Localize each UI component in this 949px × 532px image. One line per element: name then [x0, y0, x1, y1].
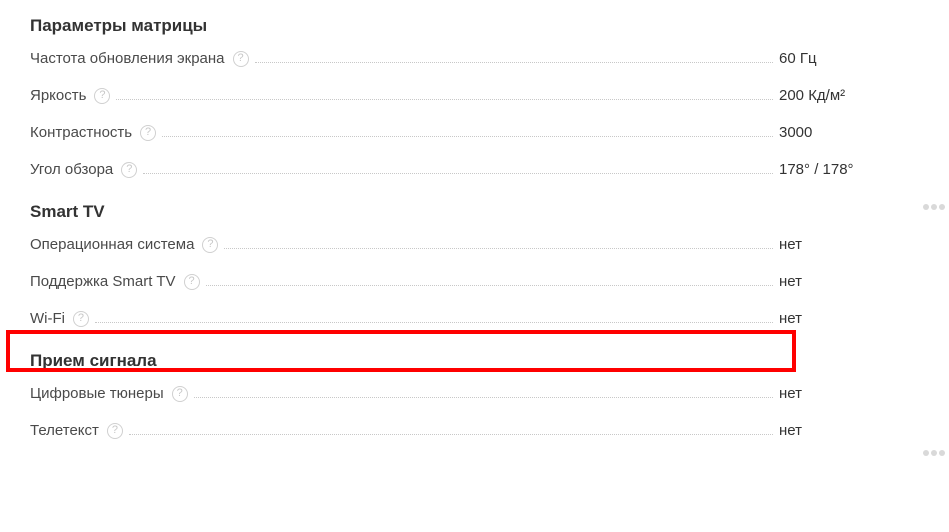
- spec-value: нет: [779, 308, 919, 329]
- dotted-leader: [116, 98, 773, 100]
- help-icon[interactable]: ?: [184, 274, 200, 290]
- help-icon[interactable]: ?: [94, 88, 110, 104]
- spec-label: Wi-Fi: [30, 308, 65, 329]
- spec-value: 178° / 178°: [779, 159, 919, 180]
- spec-row: Телетекст ? нет: [30, 420, 919, 441]
- spec-row: Операционная система ? нет: [30, 234, 919, 255]
- dotted-leader: [162, 135, 773, 137]
- spec-row: Контрастность ? 3000: [30, 122, 919, 143]
- help-icon[interactable]: ?: [172, 386, 188, 402]
- section-title-matrix: Параметры матрицы: [30, 16, 919, 36]
- dotted-leader: [224, 247, 773, 249]
- spec-row: Цифровые тюнеры ? нет: [30, 383, 919, 404]
- spec-value: нет: [779, 271, 919, 292]
- spec-label: Яркость: [30, 85, 86, 106]
- section-title-signal: Прием сигнала: [30, 351, 919, 371]
- spec-content: Параметры матрицы Частота обновления экр…: [0, 0, 949, 441]
- spec-value: 200 Кд/м²: [779, 85, 919, 106]
- section-title-smarttv: Smart TV: [30, 202, 919, 222]
- spec-label: Угол обзора: [30, 159, 113, 180]
- dotted-leader: [206, 284, 774, 286]
- spec-value: нет: [779, 420, 919, 441]
- help-icon[interactable]: ?: [140, 125, 156, 141]
- spec-row: Частота обновления экрана ? 60 Гц: [30, 48, 919, 69]
- ellipsis-icon: [923, 450, 945, 456]
- spec-value: 60 Гц: [779, 48, 919, 69]
- spec-row: Угол обзора ? 178° / 178°: [30, 159, 919, 180]
- spec-value: 3000: [779, 122, 919, 143]
- spec-value: нет: [779, 234, 919, 255]
- help-icon[interactable]: ?: [121, 162, 137, 178]
- dotted-leader: [255, 61, 773, 63]
- spec-label: Поддержка Smart TV: [30, 271, 176, 292]
- help-icon[interactable]: ?: [107, 423, 123, 439]
- spec-row: Яркость ? 200 Кд/м²: [30, 85, 919, 106]
- help-icon[interactable]: ?: [202, 237, 218, 253]
- help-icon[interactable]: ?: [73, 311, 89, 327]
- spec-label: Частота обновления экрана: [30, 48, 225, 69]
- dotted-leader: [143, 172, 773, 174]
- spec-label: Контрастность: [30, 122, 132, 143]
- ellipsis-icon: [923, 204, 945, 210]
- spec-label: Операционная система: [30, 234, 194, 255]
- spec-value: нет: [779, 383, 919, 404]
- dotted-leader: [129, 433, 773, 435]
- spec-row: Поддержка Smart TV ? нет: [30, 271, 919, 292]
- dotted-leader: [95, 321, 773, 323]
- spec-label: Телетекст: [30, 420, 99, 441]
- spec-label: Цифровые тюнеры: [30, 383, 164, 404]
- spec-row-wifi: Wi-Fi ? нет: [30, 308, 919, 329]
- help-icon[interactable]: ?: [233, 51, 249, 67]
- dotted-leader: [194, 396, 773, 398]
